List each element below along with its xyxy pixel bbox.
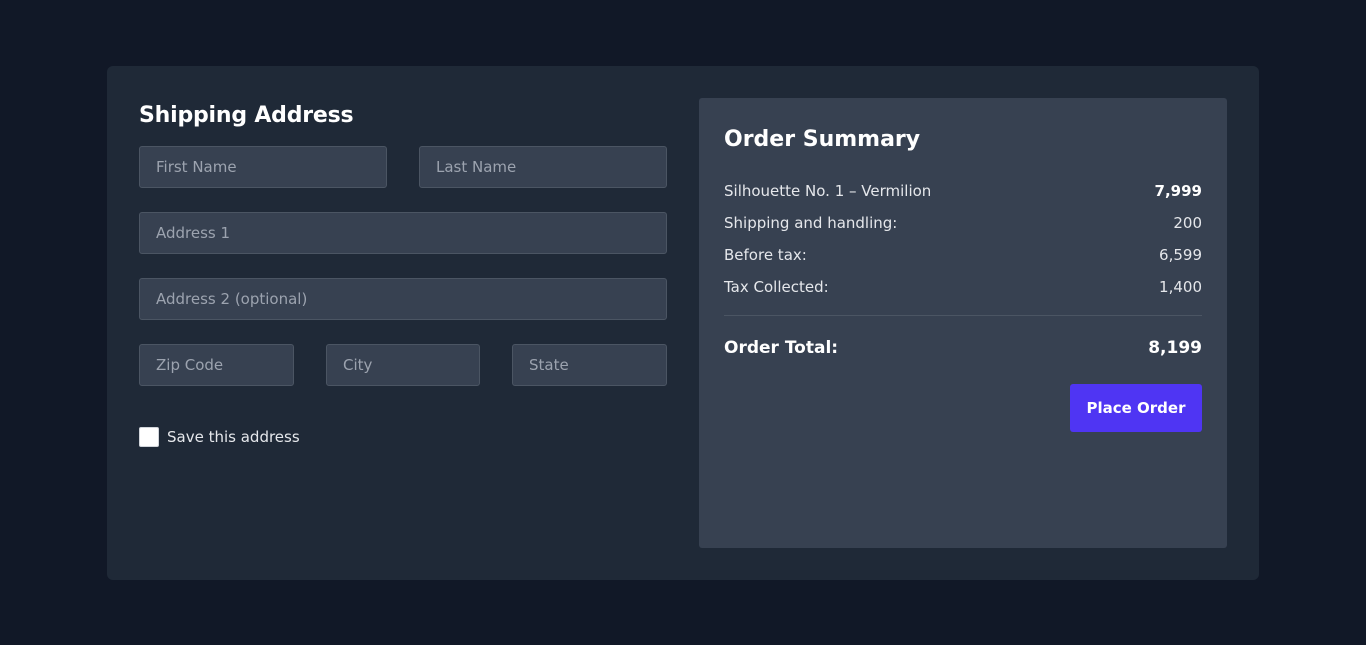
order-summary-panel: Order Summary Silhouette No. 1 – Vermili…: [699, 98, 1227, 548]
order-total-row: Order Total: 8,199: [724, 336, 1202, 360]
summary-row-label: Tax Collected:: [724, 278, 829, 296]
city-input[interactable]: [326, 344, 480, 386]
summary-row-label: Shipping and handling:: [724, 214, 898, 232]
place-order-button[interactable]: Place Order: [1070, 384, 1202, 432]
summary-row-value: 1,400: [1159, 278, 1202, 296]
summary-row-item: Silhouette No. 1 – Vermilion 7,999: [724, 181, 1202, 201]
checkout-card: Shipping Address Save this address Order…: [107, 66, 1259, 580]
save-address-row: Save this address: [139, 427, 300, 447]
summary-row-tax: Tax Collected: 1,400: [724, 277, 1202, 297]
last-name-input[interactable]: [419, 146, 667, 188]
save-address-checkbox[interactable]: [139, 427, 159, 447]
order-total-label: Order Total:: [724, 338, 839, 358]
address2-input[interactable]: [139, 278, 667, 320]
address1-input[interactable]: [139, 212, 667, 254]
summary-row-label: Silhouette No. 1 – Vermilion: [724, 182, 932, 200]
summary-divider: [724, 315, 1202, 316]
order-summary-title: Order Summary: [724, 127, 921, 152]
summary-row-label: Before tax:: [724, 246, 807, 264]
save-address-label[interactable]: Save this address: [167, 427, 300, 447]
summary-row-shipping: Shipping and handling: 200: [724, 213, 1202, 233]
zip-code-input[interactable]: [139, 344, 294, 386]
summary-row-value: 200: [1173, 214, 1202, 232]
summary-row-before-tax: Before tax: 6,599: [724, 245, 1202, 265]
summary-row-value: 7,999: [1154, 182, 1202, 200]
shipping-address-title: Shipping Address: [139, 103, 354, 128]
state-input[interactable]: [512, 344, 667, 386]
first-name-input[interactable]: [139, 146, 387, 188]
order-total-value: 8,199: [1148, 338, 1202, 358]
summary-row-value: 6,599: [1159, 246, 1202, 264]
